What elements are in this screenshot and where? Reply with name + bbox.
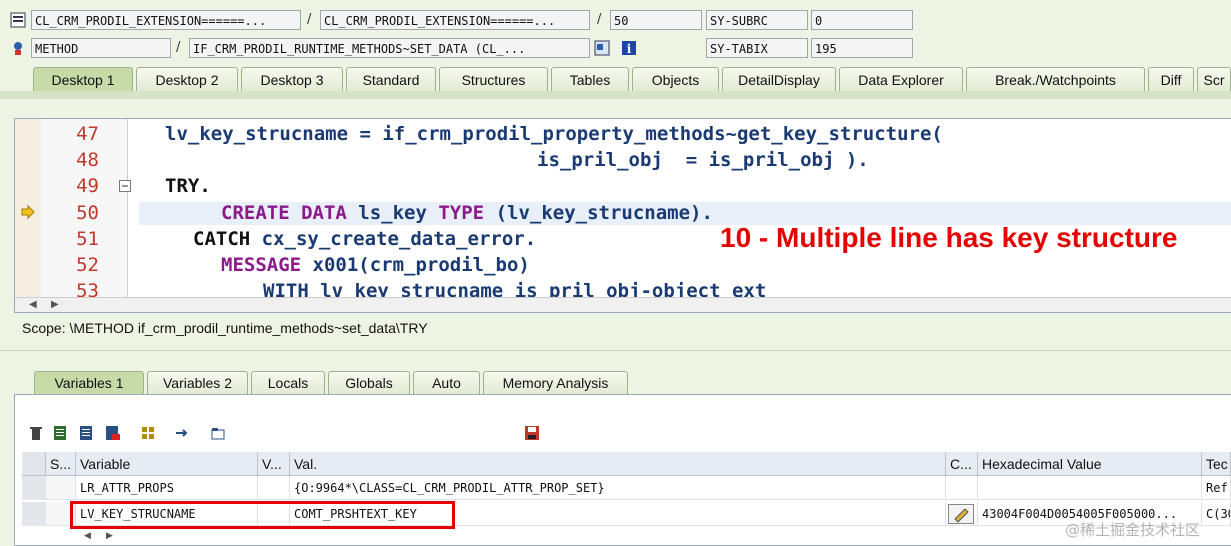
column-header-hex[interactable]: Hexadecimal Value — [978, 452, 1202, 476]
keyword: TYPE — [438, 202, 485, 224]
code-text: cx_sy_create_data_error. — [250, 228, 537, 250]
tab-locals[interactable]: Locals — [251, 371, 325, 394]
code-text: ls_key — [346, 202, 439, 224]
tab-tables[interactable]: Tables — [551, 67, 629, 91]
value-cell[interactable]: {O:9964*\CLASS=CL_CRM_PRODIL_ATTR_PROP_S… — [290, 476, 946, 500]
column-header-v[interactable]: V... — [258, 452, 290, 476]
horizontal-scrollbar[interactable]: ◀ ▶ — [15, 297, 1231, 312]
watermark: @稀土掘金技术社区 — [1065, 521, 1201, 539]
tab-desktop-1[interactable]: Desktop 1 — [33, 67, 133, 91]
row-selector-header[interactable] — [22, 452, 46, 476]
table-delete-icon[interactable] — [103, 425, 123, 443]
code-line-50: CREATE DATA ls_key TYPE (lv_key_strucnam… — [221, 202, 713, 224]
tab-objects[interactable]: Objects — [632, 67, 719, 91]
event-name-field[interactable]: IF_CRM_PRODIL_RUNTIME_METHODS~SET_DATA (… — [189, 38, 590, 58]
display-source-icon[interactable] — [594, 40, 610, 56]
event-type-field[interactable]: METHOD — [31, 38, 171, 58]
column-header-c[interactable]: C... — [946, 452, 978, 476]
tab-desktop-3[interactable]: Desktop 3 — [241, 67, 343, 91]
tab-memory-analysis[interactable]: Memory Analysis — [483, 371, 628, 394]
hierarchy-icon[interactable] — [138, 425, 158, 443]
scope-text: Scope: \METHOD if_crm_prodil_runtime_met… — [22, 320, 428, 336]
program-field[interactable]: CL_CRM_PRODIL_EXTENSION======... — [31, 10, 301, 30]
row-selector[interactable] — [22, 476, 47, 501]
table-cell — [46, 476, 76, 500]
tab-detaildisplay[interactable]: DetailDisplay — [722, 67, 836, 91]
line-number: 51 — [76, 228, 99, 250]
tab-strip-band — [0, 91, 1231, 99]
code-line-52: MESSAGE x001(crm_prodil_bo) — [221, 254, 530, 276]
table-cell — [258, 476, 290, 500]
code-text: x001(crm_prodil_bo) — [301, 254, 530, 276]
tech-type-cell: C(30 — [1202, 502, 1231, 526]
separator: / — [597, 12, 602, 27]
current-statement-arrow-icon — [21, 204, 35, 223]
highlight-box — [70, 501, 455, 529]
code-line-51: CATCH cx_sy_create_data_error. — [193, 228, 536, 250]
tab-diff[interactable]: Diff — [1148, 67, 1194, 91]
tab-globals[interactable]: Globals — [328, 371, 410, 394]
column-header-variable[interactable]: Variable — [76, 452, 258, 476]
scroll-left-icon[interactable]: ◀ — [84, 531, 91, 541]
table-append-icon[interactable] — [77, 425, 97, 443]
tech-type-cell: Ref — [1202, 476, 1231, 500]
change-value-cell[interactable] — [946, 502, 978, 526]
table-insert-icon[interactable] — [51, 425, 71, 443]
hex-value-cell — [978, 476, 1202, 500]
scroll-right-icon[interactable]: ▶ — [106, 531, 113, 541]
keyword: CATCH — [193, 228, 251, 250]
collapse-block-icon[interactable] — [119, 180, 131, 196]
code-line-47: lv_key_strucname = if_crm_prodil_propert… — [165, 123, 943, 145]
save-icon[interactable] — [522, 425, 542, 443]
tab-auto[interactable]: Auto — [413, 371, 480, 394]
separator: / — [176, 40, 181, 55]
program-icon — [10, 12, 26, 28]
column-header-val[interactable]: Val. — [290, 452, 946, 476]
svg-text:i: i — [627, 42, 632, 56]
transfer-icon[interactable] — [172, 425, 192, 443]
include-field[interactable]: CL_CRM_PRODIL_EXTENSION======... — [320, 10, 590, 30]
tab-standard[interactable]: Standard — [346, 67, 436, 91]
source-code-editor[interactable]: 47 48 49 50 51 52 53 lv_key_strucname = … — [14, 118, 1231, 313]
delete-icon[interactable] — [26, 425, 46, 443]
keyword: CREATE DATA — [221, 202, 347, 224]
pencil-icon[interactable] — [948, 504, 974, 524]
tab-variables-2[interactable]: Variables 2 — [147, 371, 248, 394]
scroll-right-icon[interactable]: ▶ — [51, 299, 59, 310]
line-number: 52 — [76, 254, 99, 276]
table-cell — [946, 476, 978, 500]
divider — [0, 350, 1231, 351]
tab-variables-1[interactable]: Variables 1 — [34, 371, 144, 394]
row-selector[interactable] — [22, 502, 47, 527]
line-number: 47 — [76, 123, 99, 145]
keyword: MESSAGE — [221, 254, 302, 276]
folder-icon[interactable] — [208, 425, 228, 443]
column-header-s[interactable]: S... — [46, 452, 76, 476]
variable-name-cell[interactable]: LR_ATTR_PROPS — [76, 476, 258, 500]
info-icon[interactable]: i — [621, 40, 637, 56]
line-number: 48 — [76, 149, 99, 171]
column-header-tech[interactable]: Tec — [1202, 452, 1231, 476]
code-text: (lv_key_strucname). — [484, 202, 713, 224]
line-number: 49 — [76, 175, 99, 197]
separator: / — [307, 12, 312, 27]
tab-breakpoints[interactable]: Break./Watchpoints — [966, 67, 1145, 91]
line-number-field[interactable]: 50 — [610, 10, 702, 30]
tab-structures[interactable]: Structures — [439, 67, 548, 91]
method-icon — [10, 40, 26, 56]
tab-desktop-2[interactable]: Desktop 2 — [136, 67, 238, 91]
sy-tabix-value[interactable]: 195 — [811, 38, 913, 58]
tab-data-explorer[interactable]: Data Explorer — [839, 67, 963, 91]
sy-subrc-value[interactable]: 0 — [811, 10, 913, 30]
sy-subrc-label: SY-SUBRC — [706, 10, 808, 30]
code-line-48: is_pril_obj = is_pril_obj ). — [537, 149, 869, 171]
code-line-49: TRY. — [165, 175, 211, 197]
annotation-text: 10 - Multiple line has key structure — [720, 222, 1178, 253]
sy-tabix-label: SY-TABIX — [706, 38, 808, 58]
scroll-left-icon[interactable]: ◀ — [29, 299, 37, 310]
line-number: 50 — [76, 202, 99, 224]
tab-scr[interactable]: Scr — [1197, 67, 1231, 91]
